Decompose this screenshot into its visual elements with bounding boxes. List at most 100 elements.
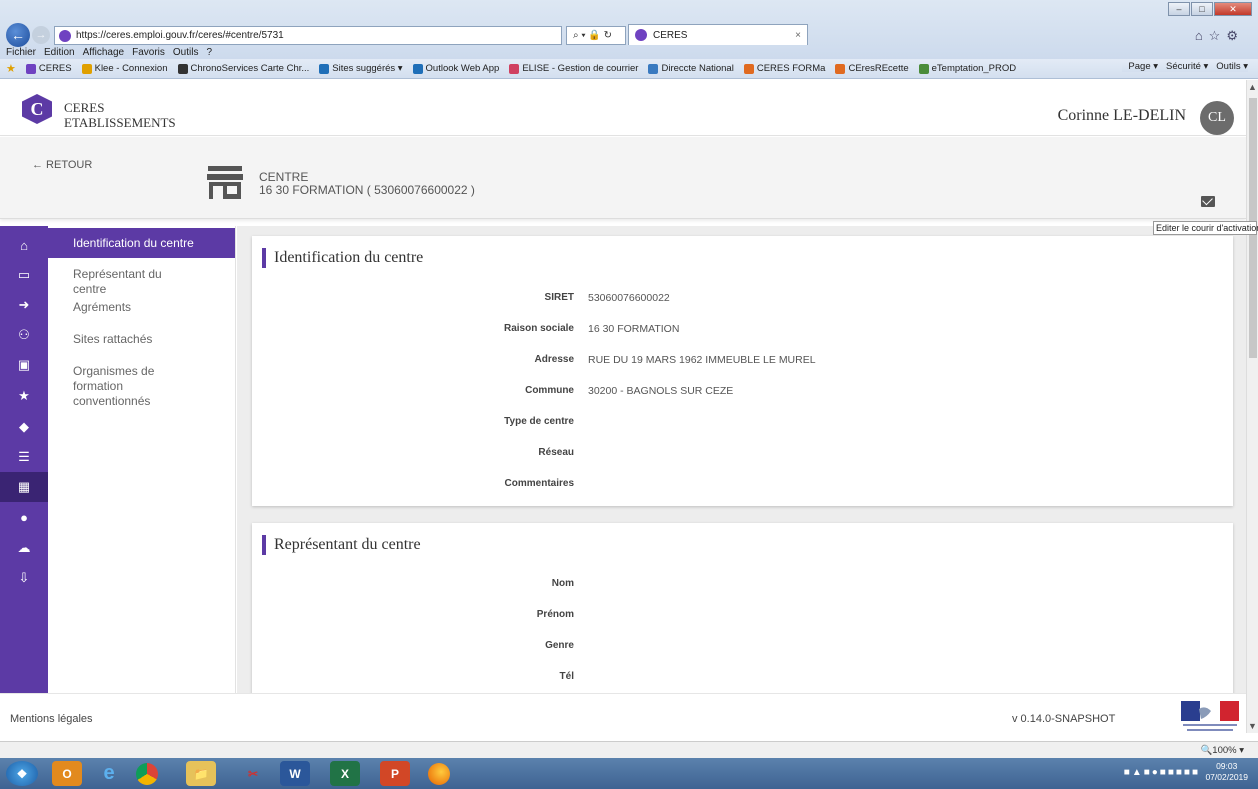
field-label: Type de centre	[504, 416, 574, 427]
favorites-bar: ★ CERES Klee - Connexion ChronoServices Ca…	[0, 59, 1258, 79]
browser-chrome: ← → https://ceres.emploi.gouv.fr/ceres/#…	[0, 0, 1258, 79]
favorite-link[interactable]: ELISE - Gestion de courrier	[509, 63, 638, 74]
favorite-link[interactable]: Direccte National	[648, 63, 734, 74]
user-name[interactable]: Corinne LE-DELIN	[1058, 107, 1186, 125]
back-link[interactable]: ← RETOUR	[32, 159, 92, 171]
address-row: ← → https://ceres.emploi.gouv.fr/ceres/#…	[0, 0, 1258, 47]
sign-in-icon[interactable]: ➜	[0, 290, 48, 320]
users-icon[interactable]: ⚇	[0, 320, 48, 350]
excel-taskbar-icon[interactable]: X	[330, 761, 360, 786]
section-nav-item[interactable]: Organismes de formation conventionnés	[48, 364, 198, 409]
section-nav-item[interactable]: Identification du centre	[48, 228, 235, 258]
favorites-star-icon[interactable]: ★	[6, 62, 16, 75]
favorite-favicon-icon	[412, 63, 423, 74]
clipboard-icon[interactable]: ☰	[0, 442, 48, 472]
app-window: C CERES ETABLISSEMENTS Corinne LE-DELIN …	[0, 80, 1246, 693]
explorer-taskbar-icon[interactable]: 📁	[186, 761, 216, 786]
menu-item[interactable]: Edition	[44, 47, 75, 58]
favorite-label: eTemptation_PROD	[931, 63, 1017, 74]
menu-item[interactable]: Favoris	[132, 47, 165, 58]
legal-notice-link[interactable]: Mentions légales	[10, 713, 93, 725]
app-header: C CERES ETABLISSEMENTS Corinne LE-DELIN …	[0, 80, 1246, 136]
taskbar-clock[interactable]: 09:03 07/02/2019	[1205, 761, 1248, 783]
chrome-taskbar-icon[interactable]	[136, 763, 158, 785]
section-nav-item[interactable]: Sites rattachés	[48, 332, 198, 347]
app-version: v 0.14.0-SNAPSHOT	[1012, 713, 1116, 725]
command-bar-item[interactable]: Page ▾	[1128, 61, 1158, 72]
forward-button[interactable]: →	[32, 26, 50, 44]
main-content: Identification du centre SIRET 5306007660…	[237, 226, 1246, 693]
field-value: 53060076600022	[588, 292, 670, 304]
ie-taskbar-icon[interactable]: e	[94, 761, 124, 786]
field-value: RUE DU 19 MARS 1962 IMMEUBLE LE MUREL	[588, 354, 816, 366]
favorite-link[interactable]: Klee - Connexion	[81, 63, 168, 74]
system-tray-icons[interactable]: ■▲■●■■■■■	[1124, 767, 1200, 778]
browser-toolbar-icons[interactable]: ⌂☆⚙	[1195, 28, 1244, 44]
command-bar-item[interactable]: Sécurité ▾	[1166, 61, 1208, 72]
firefox-taskbar-icon[interactable]	[428, 763, 450, 785]
store-icon	[207, 166, 243, 199]
favorite-label: CERES	[38, 63, 72, 74]
entity-subheader: ← RETOUR CENTRE 16 30 FORMATION ( 530600…	[0, 137, 1246, 219]
favorite-label: Outlook Web App	[425, 63, 500, 74]
contact-card-icon[interactable]: ▣	[0, 350, 48, 380]
address-tools[interactable]: ⌕ ▾ 🔒 ↻	[566, 26, 626, 45]
scroll-up-icon[interactable]: ▲	[1248, 82, 1257, 92]
page-scrollbar[interactable]: ▲ ▼	[1246, 80, 1258, 733]
menu-item[interactable]: ?	[206, 47, 212, 58]
favorite-link[interactable]: ChronoServices Carte Chr...	[177, 63, 309, 74]
user-circle-icon[interactable]: ●	[0, 502, 48, 532]
browser-tab[interactable]: CERES ×	[628, 24, 808, 45]
url-text: https://ceres.emploi.gouv.fr/ceres/#cent…	[76, 30, 284, 41]
tab-close-icon[interactable]: ×	[795, 30, 801, 41]
field-value: 30200 - BAGNOLS SUR CEZE	[588, 385, 734, 397]
favorite-favicon-icon	[81, 63, 92, 74]
zoom-level[interactable]: 🔍100% ▾	[1200, 745, 1244, 756]
maximize-button[interactable]: □	[1191, 2, 1213, 16]
favorite-link[interactable]: CEresREcette	[835, 63, 909, 74]
entity-name: 16 30 FORMATION ( 53060076600022 )	[259, 183, 475, 197]
menu-item[interactable]: Outils	[173, 47, 199, 58]
field-value: 16 30 FORMATION	[588, 323, 680, 335]
start-button[interactable]: ❖	[6, 761, 38, 786]
envelope-icon[interactable]	[1201, 196, 1215, 207]
favorite-link[interactable]: eTemptation_PROD	[918, 63, 1017, 74]
section-nav: Identification du centre Représentant du …	[48, 226, 236, 693]
minimize-button[interactable]: –	[1168, 2, 1190, 16]
section-nav-item[interactable]: Agréments	[48, 300, 198, 315]
command-bar-item[interactable]: Outils ▾	[1216, 61, 1248, 72]
favorite-favicon-icon	[648, 63, 659, 74]
outlook-taskbar-icon[interactable]: O	[52, 761, 82, 786]
back-button[interactable]: ←	[6, 23, 30, 47]
address-bar[interactable]: https://ceres.emploi.gouv.fr/ceres/#cent…	[54, 26, 562, 45]
menu-item[interactable]: Affichage	[83, 47, 125, 58]
field-label: Raison sociale	[503, 323, 574, 334]
monitor-icon[interactable]: ▭	[0, 260, 48, 290]
folder-star-icon[interactable]: ★	[0, 381, 48, 411]
snipping-taskbar-icon[interactable]: ✂	[238, 761, 268, 786]
favorite-favicon-icon	[25, 63, 36, 74]
ceres-logo[interactable]: C	[22, 94, 52, 124]
menu-item[interactable]: Fichier	[6, 47, 36, 58]
building-icon[interactable]: ▦	[0, 472, 48, 502]
favorite-link[interactable]: CERES FORMa	[743, 63, 825, 74]
clipboard-download-icon[interactable]: ⇩	[0, 563, 48, 593]
favorite-link[interactable]: CERES	[25, 63, 72, 74]
favorite-link[interactable]: Outlook Web App	[412, 63, 500, 74]
favorite-label: ELISE - Gestion de courrier	[522, 63, 639, 74]
section-nav-item[interactable]: Représentant du centre	[48, 267, 198, 297]
scroll-down-icon[interactable]: ▼	[1248, 721, 1257, 731]
favorite-favicon-icon	[319, 63, 330, 74]
graduation-cap-icon[interactable]: ◆	[0, 412, 48, 442]
cloud-upload-icon[interactable]: ☁	[0, 533, 48, 563]
site-favicon-icon	[59, 29, 71, 42]
favorite-link[interactable]: Sites suggérés ▾	[319, 63, 403, 74]
favorite-favicon-icon	[918, 63, 929, 74]
word-taskbar-icon[interactable]: W	[280, 761, 310, 786]
home-icon[interactable]: ⌂	[0, 230, 48, 260]
powerpoint-taskbar-icon[interactable]: P	[380, 761, 410, 786]
window-close-button[interactable]: ✕	[1214, 2, 1252, 16]
favorite-favicon-icon	[177, 63, 188, 74]
avatar[interactable]: CL	[1200, 101, 1234, 135]
identification-card: Identification du centre SIRET 5306007660…	[252, 236, 1233, 506]
